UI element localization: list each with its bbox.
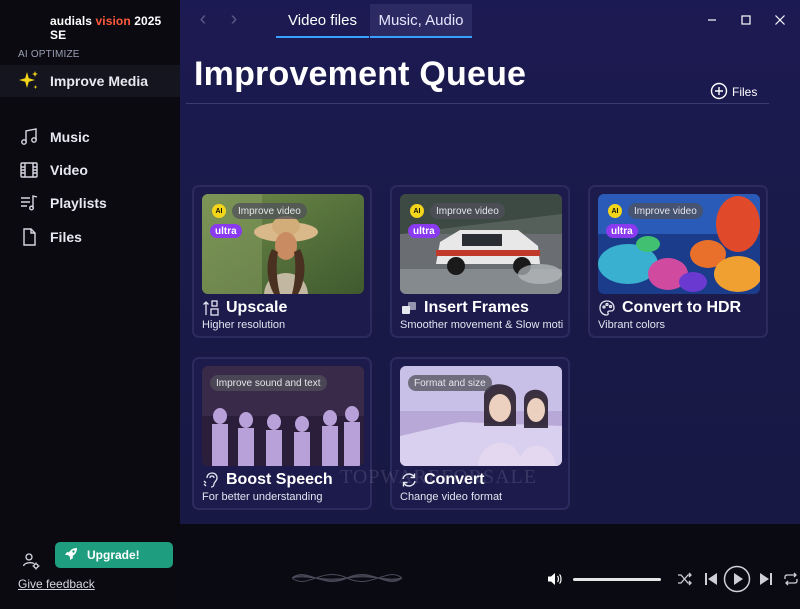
card-subtitle: Smoother movement & Slow moti bbox=[400, 319, 564, 331]
settings-gear-icon[interactable] bbox=[22, 551, 42, 571]
sidebar-item-playlists[interactable]: Playlists bbox=[0, 187, 180, 219]
sidebar-item-video[interactable]: Video bbox=[0, 154, 180, 186]
play-button[interactable] bbox=[723, 565, 751, 593]
back-arrow-icon[interactable]: ‹ bbox=[193, 9, 213, 30]
ai-badge: AI bbox=[410, 204, 424, 218]
thumbnail-boost-speech: Improve sound and text bbox=[202, 366, 364, 466]
rocket-icon bbox=[63, 546, 79, 565]
card-title-text: Convert to HDR bbox=[622, 299, 742, 316]
card-title: Boost Speech bbox=[202, 470, 333, 490]
upgrade-button[interactable]: Upgrade! bbox=[55, 542, 173, 568]
file-icon bbox=[18, 226, 40, 248]
previous-icon[interactable] bbox=[700, 568, 722, 590]
next-icon[interactable] bbox=[755, 568, 777, 590]
thumbnail-convert-to-hdr: AI Improve video ultra bbox=[598, 194, 760, 294]
page-title: Improvement Queue bbox=[194, 55, 527, 93]
ear-icon bbox=[202, 471, 220, 489]
card-convert-to-hdr[interactable]: AI Improve video ultra Convert to HDR Vi… bbox=[588, 185, 768, 338]
sidebar-item-files[interactable]: Files bbox=[0, 221, 180, 253]
ultra-badge: ultra bbox=[408, 224, 440, 238]
add-circle-icon bbox=[710, 82, 728, 103]
card-tag: Improve sound and text bbox=[210, 375, 327, 391]
card-insert-frames[interactable]: AI Improve video ultra Insert Frames Smo… bbox=[390, 185, 570, 338]
brand-prefix: audials bbox=[50, 14, 96, 28]
shuffle-icon[interactable] bbox=[674, 568, 696, 590]
waveform-icon bbox=[291, 560, 403, 596]
card-subtitle: Vibrant colors bbox=[598, 319, 666, 331]
brand-highlight: vision bbox=[95, 14, 131, 28]
close-icon[interactable] bbox=[772, 12, 788, 28]
sidebar-item-label: Playlists bbox=[50, 195, 107, 211]
card-tag: Improve video bbox=[628, 203, 703, 219]
card-title: Insert Frames bbox=[400, 298, 529, 318]
card-upscale[interactable]: AI Improve video ultra Upscale Higher re… bbox=[192, 185, 372, 338]
title-divider bbox=[186, 103, 769, 104]
tab-video-files[interactable]: Video files bbox=[276, 4, 369, 38]
sidebar-item-music[interactable]: Music bbox=[0, 121, 180, 153]
card-title: Upscale bbox=[202, 298, 287, 318]
thumbnail-upscale: AI Improve video ultra bbox=[202, 194, 364, 294]
card-tag: Format and size bbox=[408, 375, 492, 391]
card-subtitle: Change video format bbox=[400, 491, 503, 503]
ultra-badge: ultra bbox=[606, 224, 638, 238]
music-icon bbox=[18, 126, 40, 148]
watermark-text: TOPWAREFORSALE bbox=[340, 466, 537, 488]
sidebar-item-label: Files bbox=[50, 229, 82, 245]
sidebar: audials vision 2025 SE AI OPTIMIZE Impro… bbox=[0, 0, 180, 609]
upscale-icon bbox=[202, 299, 220, 317]
give-feedback-link[interactable]: Give feedback bbox=[18, 577, 95, 591]
palette-icon bbox=[598, 299, 616, 317]
card-tag: Improve video bbox=[430, 203, 505, 219]
add-files-button[interactable]: Files bbox=[710, 82, 758, 103]
playlist-icon bbox=[18, 192, 40, 214]
ai-badge: AI bbox=[608, 204, 622, 218]
sidebar-item-label: Music bbox=[50, 129, 90, 145]
maximize-icon[interactable] bbox=[738, 12, 754, 28]
player-bar bbox=[180, 524, 800, 609]
card-tag: Improve video bbox=[232, 203, 307, 219]
add-files-label: Files bbox=[732, 85, 758, 99]
app-brand: audials vision 2025 SE bbox=[50, 14, 180, 42]
thumbnail-convert: Format and size bbox=[400, 366, 562, 466]
repeat-icon[interactable] bbox=[780, 568, 800, 590]
card-title-text: Boost Speech bbox=[226, 471, 333, 488]
film-icon bbox=[18, 159, 40, 181]
card-subtitle: For better understanding bbox=[202, 491, 323, 503]
thumbnail-insert-frames: AI Improve video ultra bbox=[400, 194, 562, 294]
card-title-text: Upscale bbox=[226, 299, 288, 316]
card-title: Convert to HDR bbox=[598, 298, 741, 318]
ultra-badge: ultra bbox=[210, 224, 242, 238]
ai-badge: AI bbox=[212, 204, 226, 218]
sidebar-item-label: Video bbox=[50, 162, 88, 178]
card-title-text: Insert Frames bbox=[424, 299, 529, 316]
upgrade-label: Upgrade! bbox=[87, 548, 140, 562]
volume-icon[interactable] bbox=[547, 572, 563, 586]
tab-music-audio[interactable]: Music, Audio bbox=[370, 4, 472, 38]
minimize-icon[interactable] bbox=[704, 12, 720, 28]
sidebar-item-improve-media[interactable]: Improve Media bbox=[0, 65, 180, 97]
sparkle-icon bbox=[18, 70, 40, 92]
forward-arrow-icon[interactable]: › bbox=[224, 9, 244, 30]
card-subtitle: Higher resolution bbox=[202, 319, 286, 331]
app-window: audials vision 2025 SE AI OPTIMIZE Impro… bbox=[0, 0, 800, 609]
section-label-ai-optimize: AI OPTIMIZE bbox=[18, 49, 80, 60]
volume-slider[interactable] bbox=[573, 578, 661, 581]
frames-icon bbox=[400, 299, 418, 317]
sidebar-item-label: Improve Media bbox=[50, 73, 149, 89]
